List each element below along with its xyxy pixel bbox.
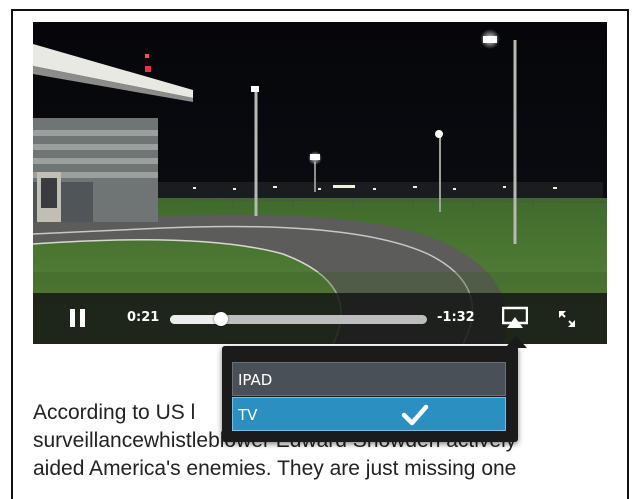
menu-item-ipad[interactable]: IPAD	[232, 362, 506, 396]
menu-item-tv-label: TV	[238, 406, 258, 424]
elapsed-time: 0:21	[127, 310, 160, 325]
article-line-3: aided America's enemies. They are just m…	[33, 457, 517, 480]
seek-bar[interactable]	[170, 312, 427, 326]
pause-icon[interactable]	[69, 309, 87, 327]
checkmark-icon	[401, 404, 429, 426]
menu-item-tv[interactable]: TV	[232, 397, 506, 431]
seek-bar-thumb[interactable]	[214, 312, 229, 326]
remaining-time: -1:32	[437, 310, 475, 325]
output-device-menu: IPAD TV	[222, 346, 518, 442]
airplay-icon[interactable]	[502, 306, 528, 330]
fullscreen-icon[interactable]	[557, 309, 577, 329]
